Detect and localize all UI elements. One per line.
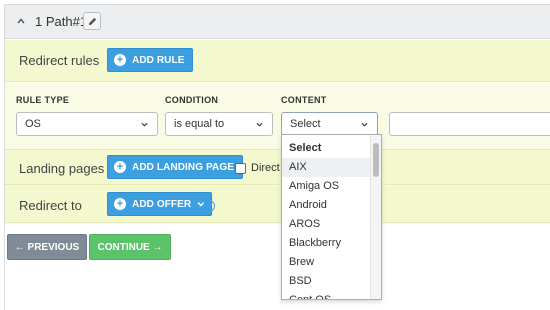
scrollbar-thumb[interactable] [373,143,379,177]
plus-icon: + [114,198,126,210]
continue-button[interactable]: CONTINUE → [89,234,171,260]
dropdown-option[interactable]: Blackberry [282,234,370,253]
column-header-condition: CONDITION [165,95,219,105]
redirect-rules-row: Redirect rules + ADD RULE [5,40,550,82]
add-landing-page-button[interactable]: + ADD LANDING PAGE [107,155,243,179]
content-select[interactable]: Select [281,112,378,136]
previous-button[interactable]: ← PREVIOUS [7,234,87,260]
redirect-to-label: Redirect to [19,198,82,213]
direct-linking-checkbox[interactable] [235,163,246,174]
edit-path-button[interactable] [83,12,101,30]
add-rule-label: ADD RULE [132,54,185,66]
dropdown-option-highlighted[interactable]: AIX [282,158,370,177]
condition-select[interactable]: is equal to [165,112,273,136]
dropdown-option[interactable]: Android [282,196,370,215]
path-header[interactable]: 1 Path#1 [5,5,550,39]
add-rule-button[interactable]: + ADD RULE [107,48,194,72]
column-header-rule-type: RULE TYPE [16,95,70,105]
path-panel: 1 Path#1 Redirect rules + ADD RULE RULE … [4,4,550,310]
dropdown-option[interactable]: BSD [282,272,370,291]
dropdown-option[interactable]: Select [282,139,370,158]
add-offer-label: ADD OFFER [132,198,192,210]
dropdown-option[interactable]: Brew [282,253,370,272]
plus-icon: + [114,161,126,173]
pencil-icon [88,17,97,26]
chevron-down-icon [141,122,148,127]
rule-type-value: OS [25,118,41,130]
column-header-content: CONTENT [281,95,327,105]
condition-value: is equal to [174,118,225,130]
chevron-down-icon [361,122,368,127]
add-offer-button[interactable]: + ADD OFFER [107,192,213,216]
chevron-up-icon[interactable] [17,17,25,25]
chevron-down-icon [256,122,263,127]
rule-type-select[interactable]: OS [16,112,158,136]
landing-pages-label: Landing pages [19,161,105,176]
dropdown-option[interactable]: Amiga OS [282,177,370,196]
redirect-to-row: Redirect to + ADD OFFER [5,186,550,223]
dropdown-option[interactable]: Cent OS [282,291,370,299]
dropdown-option[interactable]: AROS [282,215,370,234]
content-text-input[interactable] [389,112,550,136]
dropdown-scrollbar[interactable] [370,135,381,299]
content-value: Select [290,118,321,130]
add-landing-page-label: ADD LANDING PAGE [132,161,234,173]
plus-icon: + [114,54,126,66]
path-title: 1 Path#1 [35,14,88,29]
redirect-rules-label: Redirect rules [19,53,100,68]
help-icon[interactable]: ? [203,200,215,212]
content-dropdown-list[interactable]: Select AIX Amiga OS Android AROS Blackbe… [281,134,382,300]
